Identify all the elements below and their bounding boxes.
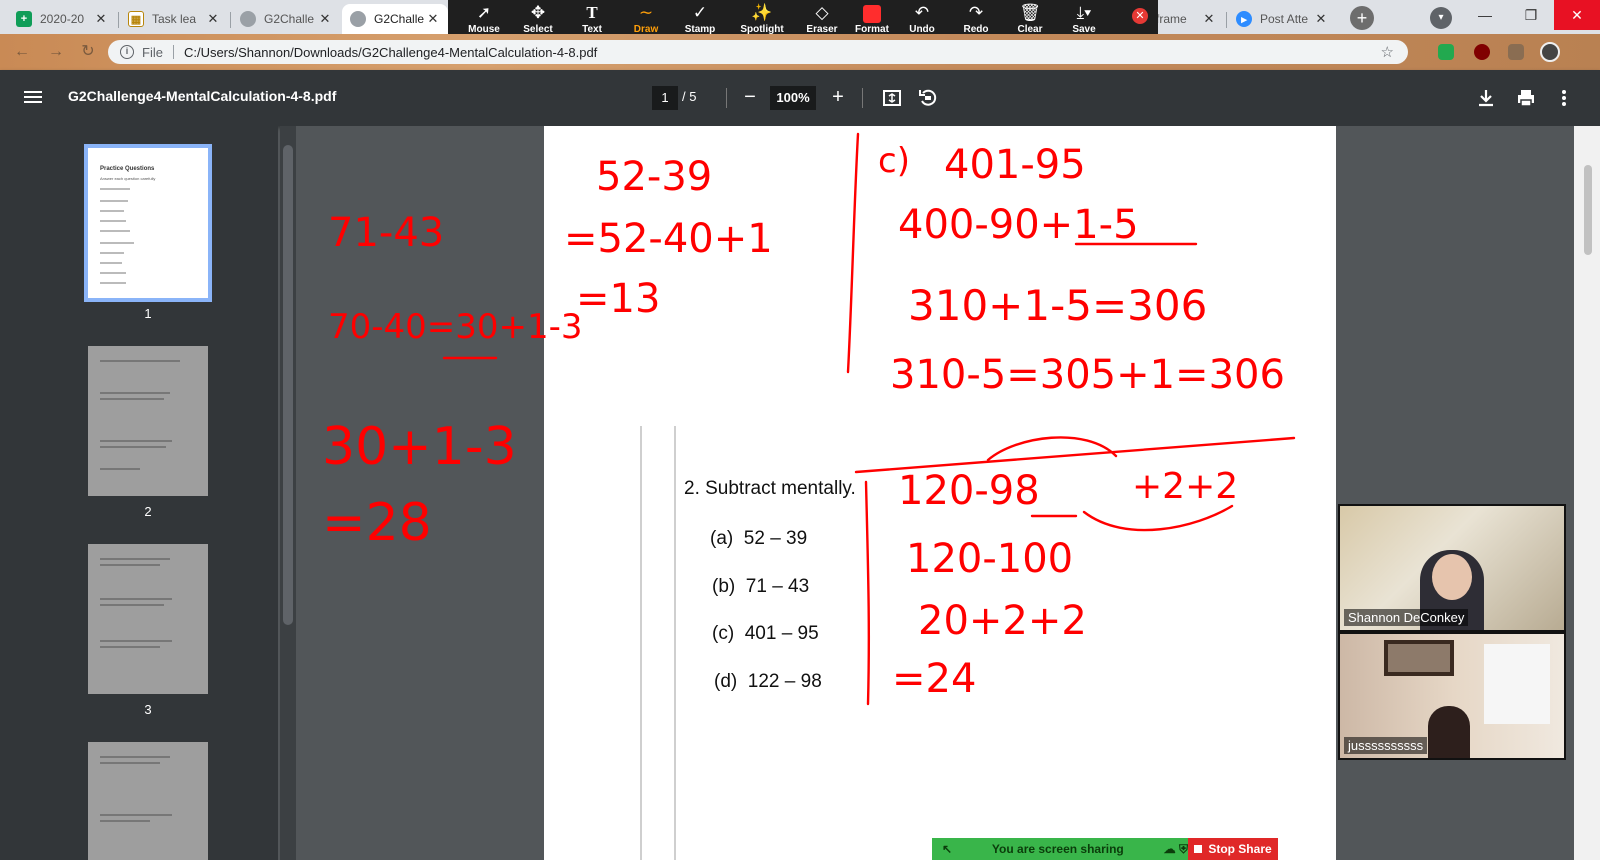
print-icon[interactable] [1514,86,1538,110]
tab-search-icon[interactable]: ▾ [1430,7,1452,29]
screen-share-banner: ↖ You are screen sharing ☁ ⛨ Stop Share [932,838,1278,860]
menu-icon[interactable] [24,88,42,108]
stop-share-button[interactable]: Stop Share [1188,838,1278,860]
globe-icon [350,11,366,27]
cursor-icon: ➚ [476,3,492,22]
new-tab-button[interactable]: + [1350,6,1374,30]
participant-name: jussssssssss [1344,737,1428,754]
download-icon[interactable] [1474,86,1498,110]
rotate-icon[interactable] [916,86,940,110]
text-icon: T [586,3,598,22]
zoom-level-input[interactable]: 100% [770,86,816,110]
zoom-icon: ▸ [1236,11,1252,27]
network-icon: ☁ [1163,842,1176,856]
scheme-label: File [142,44,163,60]
url-text[interactable]: C:/Users/Shannon/Downloads/G2Challenge4-… [184,45,1381,60]
tab-title: G2Challe [374,12,425,26]
question-item-d: (d) 122 – 98 [714,671,822,692]
draw-icon: ∼ [638,3,654,22]
check-icon: ✓ [692,3,708,22]
ink-text: =28 [322,493,432,553]
sidebar-scroll-thumb[interactable] [283,145,293,625]
close-icon[interactable]: ✕ [318,11,332,27]
browser-tab[interactable]: G2Challe ✕ [232,4,340,34]
thumbnail-number: 2 [144,504,152,519]
document-scroll-thumb[interactable] [1584,165,1592,255]
address-bar[interactable]: i File C:/Users/Shannon/Downloads/G2Chal… [108,40,1408,64]
forward-icon[interactable]: → [46,42,66,62]
ublock-icon[interactable] [1474,44,1490,60]
save-icon: ⤓▾ [1076,3,1092,22]
extension-icon[interactable] [1438,44,1454,60]
zoom-out-button[interactable]: − [738,84,762,110]
reload-icon[interactable]: ↻ [78,42,98,62]
globe-icon [240,11,256,27]
ink-text: 30+1-3 [322,417,517,477]
puzzle-icon[interactable] [1508,44,1524,60]
move-icon: ✥ [530,3,546,22]
bookmark-star-icon[interactable]: ☆ [1381,43,1394,61]
page-thumbnail[interactable]: Practice Questions Answer each question … [84,144,212,302]
participant-figure [1428,706,1470,758]
fit-page-icon[interactable] [880,86,904,110]
pdf-toolbar: G2Challenge4-MentalCalculation-4-8.pdf 1… [0,70,1600,126]
tab-title: Post Atte [1260,12,1309,26]
tab-title: Task lea [152,12,197,26]
page-total: / 5 [682,89,697,104]
close-icon[interactable]: ✕ [426,11,440,27]
tab-title: 2020-20 [40,12,85,26]
pin-icon: ↖ [942,842,953,856]
window-close-icon[interactable]: ✕ [1554,0,1600,30]
close-icon[interactable]: ✕ [1314,11,1328,27]
browser-tab[interactable]: ▸ Post Atte ✕ [1228,4,1336,34]
question-item-b: (b) 71 – 43 [712,576,810,597]
pdf-page: 2. Subtract mentally. (a) 52 – 39 (b) 71… [544,126,1336,860]
avatar[interactable] [1540,42,1560,62]
doc-icon: ▦ [128,11,144,27]
address-toolbar: ← → ↻ i File C:/Users/Shannon/Downloads/… [0,34,1600,70]
browser-tab-active[interactable]: G2Challe ✕ [342,4,448,34]
page-number-input[interactable]: 1 [652,86,678,110]
format-icon [844,0,900,24]
info-icon[interactable]: i [120,45,134,59]
participant-name: Shannon DeConkey [1344,609,1469,626]
zoom-in-button[interactable]: + [826,84,850,110]
video-tile[interactable]: Shannon DeConkey [1338,504,1566,632]
stop-icon [1194,845,1203,853]
browser-tab[interactable]: ▦ Task lea ✕ [120,4,228,34]
page-thumbnail[interactable] [88,346,208,496]
question-item-a: (a) 52 – 39 [710,528,808,549]
undo-icon: ↶ [914,3,930,22]
close-icon[interactable]: ✕ [1202,11,1216,27]
question-item-c: (c) 401 – 95 [712,623,819,644]
minimize-icon[interactable]: — [1462,0,1508,30]
close-annotation-icon[interactable]: ✕ [1132,8,1148,24]
thumbnail-number: 3 [144,702,152,717]
tab-title: G2Challe [264,12,315,26]
page-thumbnail[interactable] [88,742,208,860]
thumbnail-number: 1 [144,306,152,321]
sheets-icon: + [16,11,32,27]
question-title: 2. Subtract mentally. [684,478,856,499]
redo-icon: ↷ [968,3,984,22]
close-icon[interactable]: ✕ [206,11,220,27]
trash-icon: 🗑 [1019,3,1041,22]
spotlight-icon: ✨ [751,3,773,22]
share-status[interactable]: ↖ You are screen sharing ☁ ⛨ [932,838,1188,860]
ink-text: 71-43 [328,210,444,256]
restore-icon[interactable]: ❐ [1508,0,1554,30]
shield-icon: ⛨ [1178,841,1188,856]
close-icon[interactable]: ✕ [94,11,108,27]
browser-tab[interactable]: + 2020-20 ✕ [8,4,116,34]
pdf-title: G2Challenge4-MentalCalculation-4-8.pdf [68,88,337,104]
video-tile[interactable]: jussssssssss [1338,632,1566,760]
back-icon[interactable]: ← [12,42,32,62]
page-thumbnail[interactable] [88,544,208,694]
eraser-icon: ◇ [815,3,829,22]
more-options-icon[interactable] [1552,86,1576,110]
thumbnail-sidebar: Practice Questions Answer each question … [0,126,278,860]
